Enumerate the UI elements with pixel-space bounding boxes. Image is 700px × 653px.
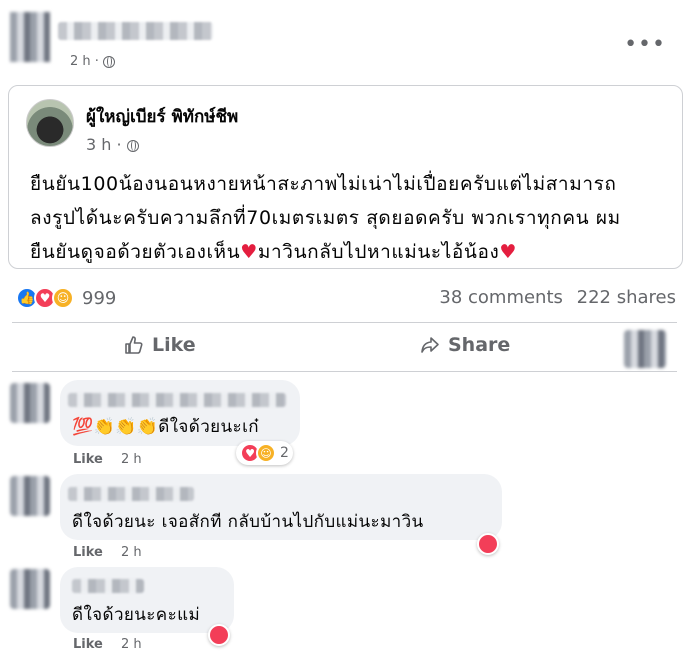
comment-like-button[interactable]: Like xyxy=(73,545,103,560)
shared-post-meta: 3 h · xyxy=(86,135,139,154)
comment-time[interactable]: 2 h xyxy=(121,452,142,467)
comment-text: ดีใจด้วยนะ เจอสักที กลับบ้านไปกับแม่นะมา… xyxy=(72,512,424,532)
globe-icon xyxy=(126,139,139,152)
comment-time[interactable]: 2 h xyxy=(121,637,142,652)
more-options-icon[interactable]: ••• xyxy=(624,32,666,57)
love-reaction-icon[interactable] xyxy=(208,624,230,646)
like-button[interactable]: Like xyxy=(124,334,196,356)
comment-like-button[interactable]: Like xyxy=(73,637,103,652)
comment-reaction-count: 2 xyxy=(280,445,289,461)
comment-text: 💯👏👏👏ดีใจด้วยนะเก๋ xyxy=(72,417,259,437)
post-text-line: ยืนยันดูจอด้วยตัวเองเห็น♥มาวินกลับไปหาแม… xyxy=(30,241,518,263)
poster-avatar[interactable] xyxy=(10,12,50,62)
post-time[interactable]: 2 h · xyxy=(70,54,99,69)
globe-icon xyxy=(103,55,116,68)
shared-post-avatar[interactable] xyxy=(26,99,74,147)
like-label: Like xyxy=(152,334,196,356)
care-reaction-icon: ☺ xyxy=(52,287,74,309)
shares-count[interactable]: 222 shares xyxy=(577,287,676,308)
comment-like-button[interactable]: Like xyxy=(73,452,103,467)
divider xyxy=(12,322,677,323)
post-meta: 2 h · xyxy=(70,54,116,69)
share-arrow-icon xyxy=(421,337,439,353)
share-label: Share xyxy=(448,334,511,356)
reaction-count[interactable]: 999 xyxy=(82,288,116,309)
commenter-avatar[interactable] xyxy=(10,569,50,609)
post-text-line: ยืนยัน100น้องนอนหงายหน้าสะภาพไม่เน่าไม่เ… xyxy=(30,173,617,195)
shared-post-time[interactable]: 3 h · xyxy=(86,135,122,154)
share-button[interactable]: Share xyxy=(420,334,510,356)
post-text-line: ลงรูปได้นะครับความลึกที่70เมตรเมตร สุดยอ… xyxy=(30,207,621,229)
post-stats: 38 comments 222 shares xyxy=(439,287,676,308)
heart-icon: ♥ xyxy=(240,241,258,263)
comments-count[interactable]: 38 comments xyxy=(439,287,563,308)
comment-time[interactable]: 2 h xyxy=(121,545,142,560)
commenter-avatar[interactable] xyxy=(10,383,50,423)
reaction-summary[interactable]: 👍 ♥ ☺ 999 xyxy=(16,287,116,309)
comment-actions: Like 2 h xyxy=(73,637,142,652)
shared-post-text: ยืนยัน100น้องนอนหงายหน้าสะภาพไม่เน่าไม่เ… xyxy=(30,167,670,269)
comment-actions: Like 2 h xyxy=(73,452,142,467)
love-reaction-icon[interactable] xyxy=(477,533,499,555)
divider xyxy=(12,371,677,372)
heart-icon: ♥ xyxy=(499,241,518,263)
commenter-name[interactable] xyxy=(72,579,144,593)
commenter-name[interactable] xyxy=(68,393,286,407)
comment-reactions[interactable]: ♥ ☺ 2 xyxy=(236,441,293,465)
care-reaction-icon: ☺ xyxy=(256,443,276,463)
poster-name[interactable] xyxy=(58,22,213,40)
commenter-name[interactable] xyxy=(68,487,194,501)
shared-post-author[interactable]: ผู้ใหญ่เบียร์ พิทักษ์ชีพ xyxy=(86,103,238,130)
thumbs-up-icon xyxy=(125,336,143,354)
commenter-avatar[interactable] xyxy=(10,476,50,516)
comment-actions: Like 2 h xyxy=(73,545,142,560)
viewer-avatar[interactable] xyxy=(624,330,666,368)
comment-text: ดีใจด้วยนะคะแม่ xyxy=(72,605,201,625)
